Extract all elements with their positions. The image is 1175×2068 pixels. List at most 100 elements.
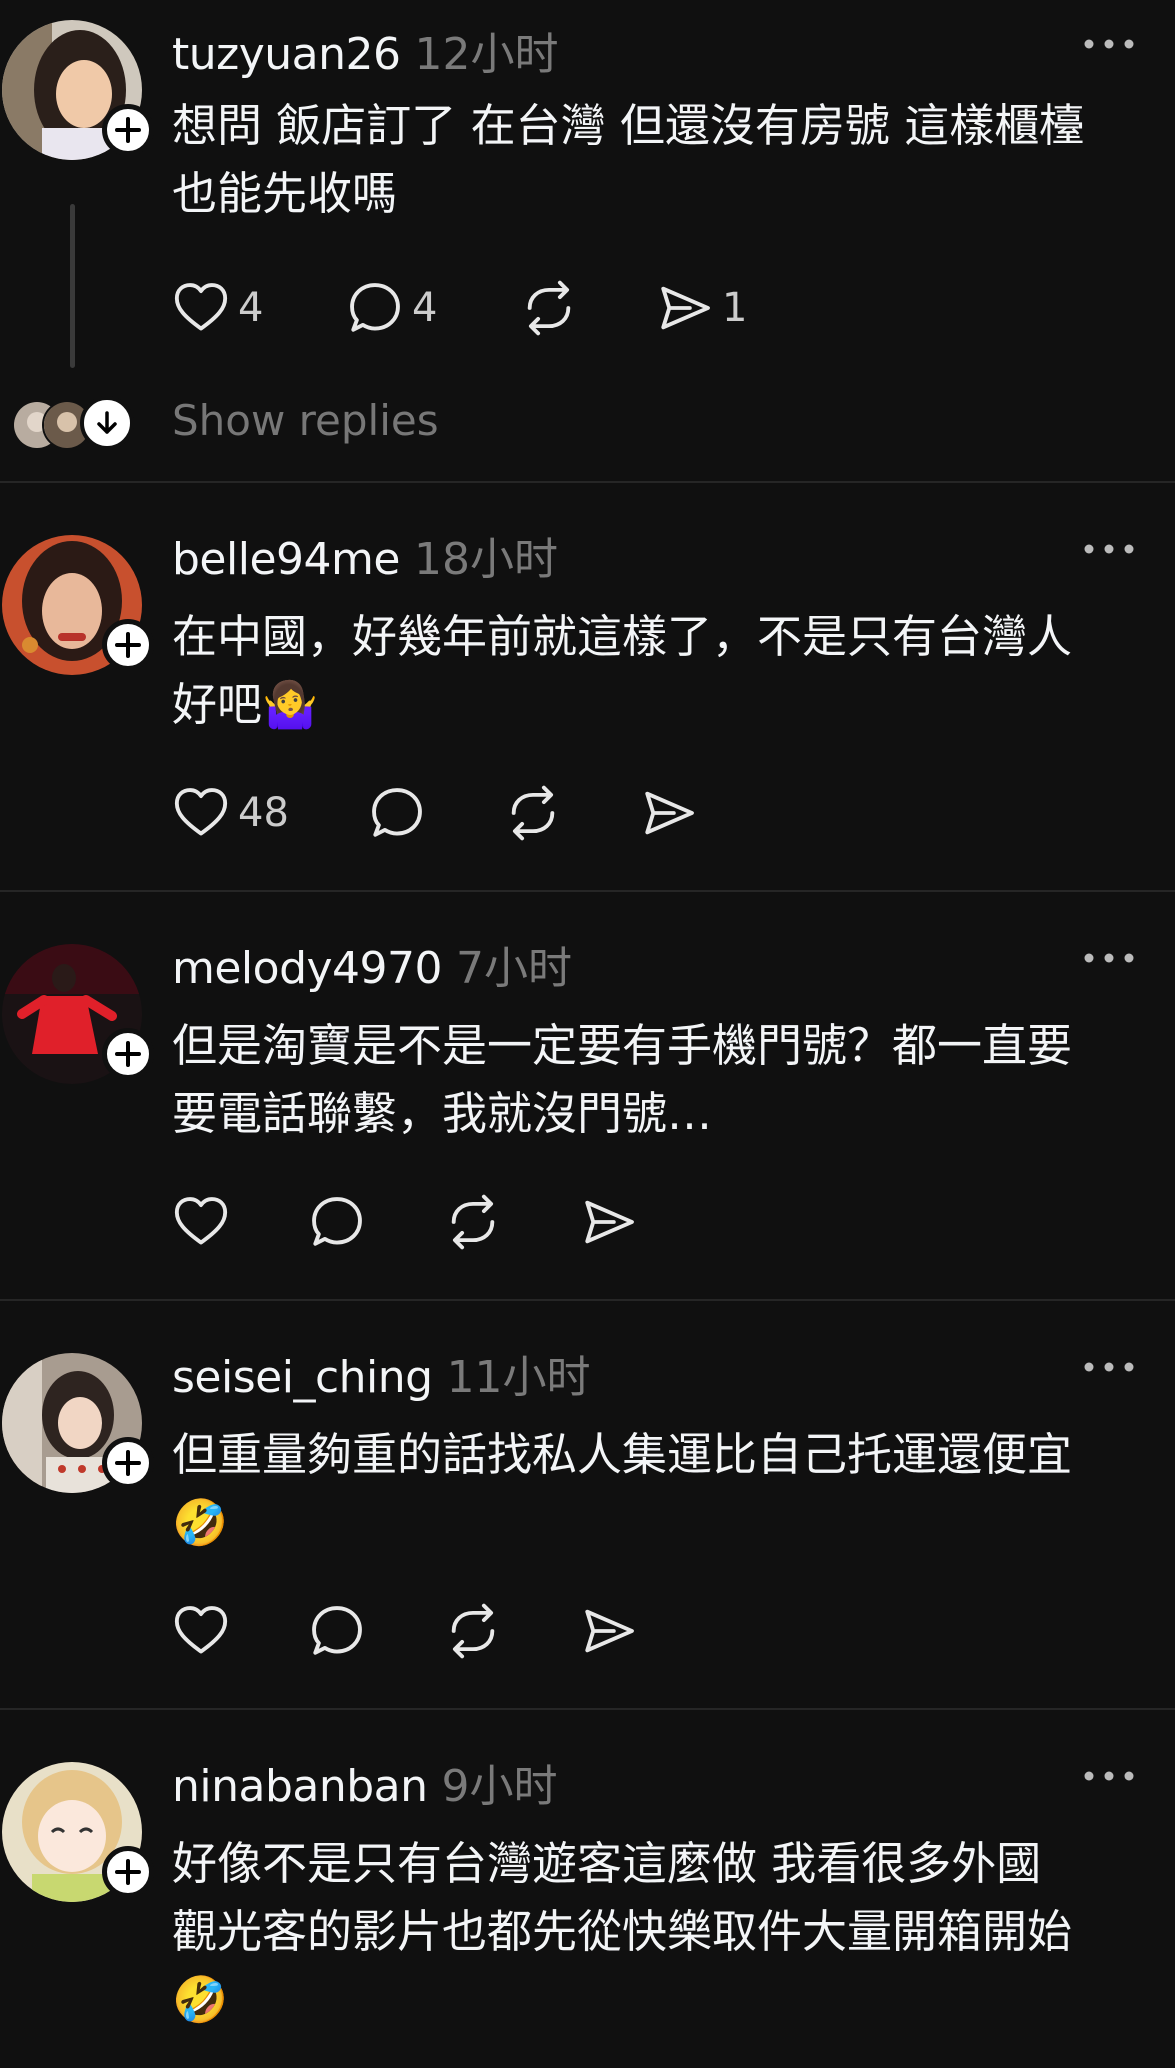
comment-count: 4: [412, 285, 438, 331]
follow-button[interactable]: [102, 1846, 154, 1898]
post-text: 想問 飯店訂了 在台灣 但還沒有房號 這樣櫃檯 也能先收嗎: [172, 92, 1152, 228]
action-bar: [172, 1190, 646, 1254]
follow-plus-icon: [115, 632, 141, 658]
heart-icon: [174, 788, 228, 836]
follow-button[interactable]: [102, 1437, 154, 1489]
like-button[interactable]: 48: [172, 781, 368, 845]
post-text: 但是淘寶是不是一定要有手機門號？都一直要 要電話聯繫，我就沒門號…: [172, 1012, 1152, 1148]
follow-button[interactable]: [102, 104, 154, 156]
post-melody4970: melody4970 7小时 但是淘寶是不是一定要有手機門號？都一直要 要電話聯…: [0, 892, 1175, 1298]
repost-icon: [451, 1194, 495, 1250]
username[interactable]: seisei_ching: [172, 1352, 433, 1403]
post-seisei_ching: seisei_ching 11小时 但重量夠重的話找私人集運比自己托運還便宜 🤣: [0, 1301, 1175, 1707]
reply-avatars[interactable]: [12, 396, 134, 452]
post-text: 在中國，好幾年前就這樣了，不是只有台灣人 好吧🤷‍♀️: [172, 603, 1152, 739]
post-header: seisei_ching 11小时: [172, 1341, 1135, 1403]
more-icon[interactable]: [1083, 543, 1135, 555]
action-bar: 4 4 1: [172, 276, 747, 340]
post-text-line: 想問 飯店訂了 在台灣 但還沒有房號 這樣櫃檯: [172, 99, 1085, 152]
share-icon: [645, 791, 694, 835]
comment-button[interactable]: 4: [346, 276, 520, 340]
share-button[interactable]: 1: [656, 276, 747, 340]
comment-icon: [350, 283, 400, 332]
more-icon[interactable]: [1083, 952, 1135, 964]
comment-icon: [312, 1197, 362, 1246]
repost-button[interactable]: [444, 1190, 580, 1254]
username[interactable]: tuzyuan26: [172, 29, 401, 80]
thread-line: [70, 204, 75, 368]
repost-icon: [511, 785, 555, 841]
like-count: 4: [238, 285, 264, 331]
share-count: 1: [722, 285, 748, 331]
repost-icon: [451, 1603, 495, 1659]
like-button[interactable]: [172, 1599, 308, 1663]
repost-button[interactable]: [504, 781, 640, 845]
username[interactable]: melody4970: [172, 943, 443, 994]
post-ninabanban: ninabanban 9小时 好像不是只有台灣遊客這麼做 我看很多外國 觀光客的…: [0, 1710, 1175, 2068]
comment-icon: [312, 1606, 362, 1655]
post-text-line: 好吧🤷‍♀️: [172, 678, 319, 731]
share-icon: [585, 1200, 634, 1244]
follow-plus-icon: [115, 117, 141, 143]
avatar[interactable]: [2, 1762, 154, 1902]
post-header: melody4970 7小时: [172, 932, 1135, 994]
share-button[interactable]: [580, 1599, 646, 1663]
follow-plus-icon: [115, 1859, 141, 1885]
timestamp: 9小时: [441, 1761, 558, 1812]
like-count: 48: [238, 790, 289, 836]
follow-plus-icon: [115, 1041, 141, 1067]
more-icon[interactable]: [1083, 38, 1135, 50]
share-icon: [661, 286, 710, 330]
post-belle94me: belle94me 18小时 在中國，好幾年前就這樣了，不是只有台灣人 好吧🤷‍…: [0, 483, 1175, 889]
follow-button[interactable]: [102, 619, 154, 671]
post-text-line: 好像不是只有台灣遊客這麼做 我看很多外國: [172, 1837, 1042, 1890]
username[interactable]: ninabanban: [172, 1761, 428, 1812]
avatar[interactable]: [2, 1353, 154, 1493]
repost-button[interactable]: [444, 1599, 580, 1663]
post-header: belle94me 18小时: [172, 523, 1135, 585]
show-replies-toggle[interactable]: [80, 396, 134, 450]
avatar[interactable]: [2, 20, 154, 160]
like-button[interactable]: 4: [172, 276, 346, 340]
post-text-line: 但重量夠重的話找私人集運比自己托運還便宜: [172, 1428, 1073, 1481]
username[interactable]: belle94me: [172, 534, 400, 585]
share-button[interactable]: [640, 781, 706, 845]
post-text-line: 但是淘寶是不是一定要有手機門號？都一直要: [172, 1019, 1073, 1072]
heart-icon: [174, 1606, 228, 1654]
timestamp: 12小时: [414, 29, 559, 80]
post-text-line: 在中國，好幾年前就這樣了，不是只有台灣人: [172, 610, 1073, 663]
timestamp: 7小时: [456, 943, 573, 994]
comment-button[interactable]: [308, 1599, 444, 1663]
post-text: 但重量夠重的話找私人集運比自己托運還便宜 🤣: [172, 1421, 1152, 1557]
action-bar: 48: [172, 781, 706, 845]
comment-icon: [372, 788, 422, 837]
comment-button[interactable]: [368, 781, 504, 845]
post-header: tuzyuan26 12小时: [172, 18, 1135, 80]
post-text-line: 🤣: [172, 1973, 229, 2026]
repost-icon: [527, 280, 571, 336]
avatar[interactable]: [2, 944, 154, 1084]
action-bar: [172, 1599, 646, 1663]
like-button[interactable]: [172, 1190, 308, 1254]
post-text-line: 要電話聯繫，我就沒門號…: [172, 1087, 713, 1140]
more-icon[interactable]: [1083, 1770, 1135, 1782]
heart-icon: [174, 283, 228, 331]
show-replies-link[interactable]: Show replies: [172, 396, 439, 445]
post-text-line: 也能先收嗎: [172, 167, 398, 220]
post-text-line: 🤣: [172, 1496, 229, 1549]
heart-icon: [174, 1197, 228, 1245]
follow-button[interactable]: [102, 1028, 154, 1080]
timestamp: 18小时: [413, 534, 558, 585]
share-button[interactable]: [580, 1190, 646, 1254]
post-text: 好像不是只有台灣遊客這麼做 我看很多外國 觀光客的影片也都先從快樂取件大量開箱開…: [172, 1830, 1152, 2034]
more-icon[interactable]: [1083, 1361, 1135, 1373]
follow-plus-icon: [115, 1450, 141, 1476]
post-text-line: 觀光客的影片也都先從快樂取件大量開箱開始: [172, 1905, 1073, 1958]
comment-button[interactable]: [308, 1190, 444, 1254]
avatar[interactable]: [2, 535, 154, 675]
share-icon: [585, 1609, 634, 1653]
repost-button[interactable]: [520, 276, 656, 340]
post-tuzyuan26: tuzyuan26 12小时 想問 飯店訂了 在台灣 但還沒有房號 這樣櫃檯 也…: [0, 0, 1175, 482]
post-header: ninabanban 9小时: [172, 1750, 1135, 1812]
chevron-down-icon: [97, 411, 117, 434]
